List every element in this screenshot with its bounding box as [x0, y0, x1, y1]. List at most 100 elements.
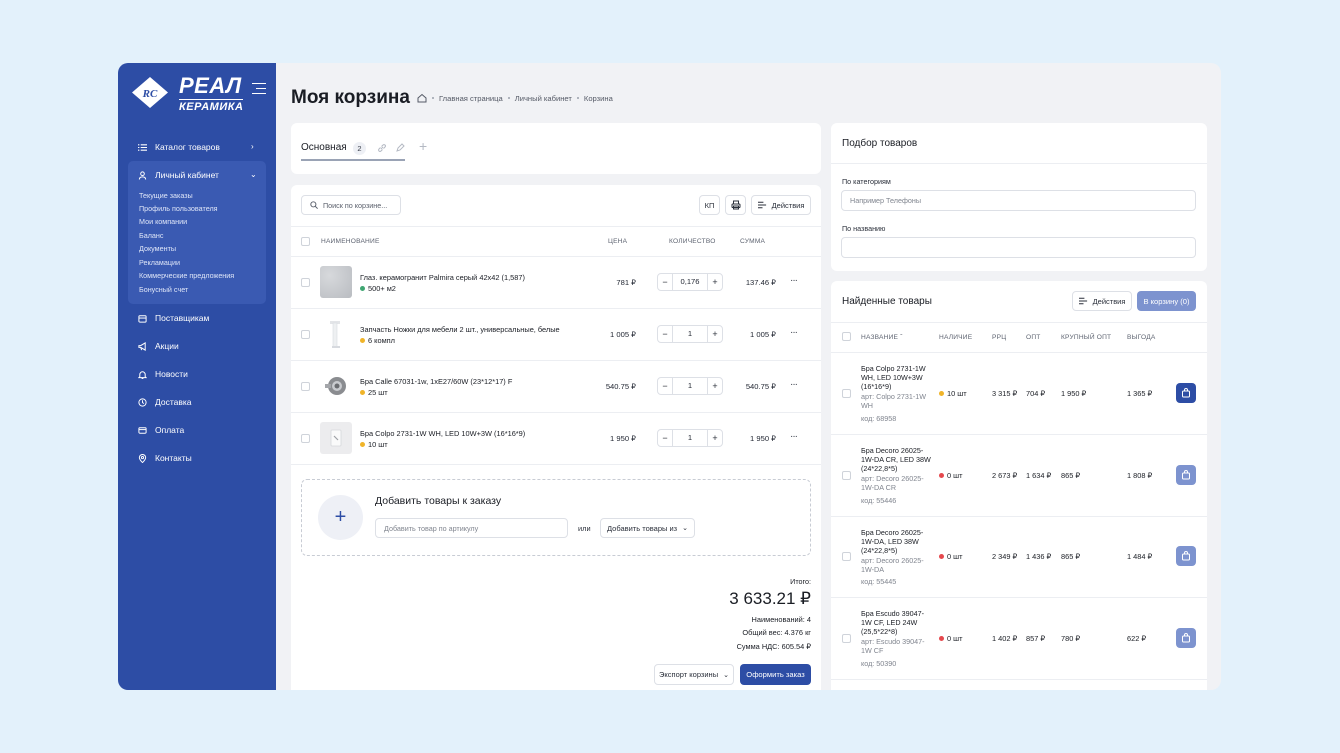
menu-toggle-icon[interactable] [252, 83, 266, 94]
main-content: Моя корзина Главная страница Личный каби… [276, 63, 1221, 690]
col-header-name[interactable]: НАЗВАНИЕ ˆ [861, 334, 903, 341]
home-icon[interactable] [417, 93, 427, 103]
quantity-value[interactable]: 1 [672, 430, 708, 446]
add-product-button[interactable]: + [318, 495, 363, 540]
row-checkbox[interactable] [842, 389, 851, 398]
row-checkbox[interactable] [301, 330, 310, 339]
export-cart-dropdown[interactable]: Экспорт корзины ⌄ [654, 664, 734, 685]
submenu-profile[interactable]: Профиль пользователя [139, 204, 218, 213]
decrement-button[interactable]: − [658, 381, 672, 391]
sidebar-item-suppliers[interactable]: Поставщикам [138, 310, 209, 326]
increment-button[interactable]: + [708, 329, 722, 339]
product-thumbnail [320, 422, 352, 454]
found-rrc: 1 402 ₽ [992, 634, 1018, 643]
quantity-stepper[interactable]: −1 + [657, 325, 723, 343]
found-benefit: 1 484 ₽ [1127, 552, 1153, 561]
quantity-value[interactable]: 1 [672, 326, 708, 342]
select-all-found-checkbox[interactable] [842, 332, 851, 341]
more-options-icon[interactable]: ··· [790, 327, 798, 338]
add-to-cart-button[interactable] [1176, 546, 1196, 566]
select-all-checkbox[interactable] [301, 237, 310, 246]
found-product-name[interactable]: Бра Colpo 2731-1W WH, LED 10W+3W (16*16*… [861, 364, 933, 391]
found-product-name[interactable]: Бра Escudo 39047-1W CF, LED 24W (25,5*22… [861, 609, 933, 636]
row-checkbox[interactable] [842, 552, 851, 561]
increment-button[interactable]: + [708, 433, 722, 443]
sidebar-item-account[interactable]: Личный кабинет [138, 167, 219, 183]
row-checkbox[interactable] [842, 634, 851, 643]
article-input[interactable]: Добавить товар по артикулу [375, 518, 568, 538]
category-input[interactable]: Например Телефоны [841, 190, 1196, 211]
kp-button[interactable]: КП [699, 195, 720, 215]
cart-panel: Поиск по корзине... КП Действия НАИМЕНОВ… [291, 185, 821, 690]
found-product-name[interactable]: Бра Decoro 26025-1W-DA CR, LED 38W (24*2… [861, 446, 933, 473]
sidebar-item-promo[interactable]: Акции [138, 338, 179, 354]
decrement-button[interactable]: − [658, 433, 672, 443]
found-product-name[interactable]: Бра Decoro 26025-1W-DA, LED 38W (24*22,8… [861, 528, 933, 555]
breadcrumb-home[interactable]: Главная страница [439, 94, 503, 103]
add-from-dropdown[interactable]: Добавить товары из ⌄ [600, 518, 695, 538]
found-big-opt: 865 ₽ [1061, 552, 1081, 561]
checkout-button[interactable]: Оформить заказ [740, 664, 811, 685]
decrement-button[interactable]: − [658, 329, 672, 339]
more-options-icon[interactable]: ··· [790, 379, 798, 390]
edit-icon[interactable] [395, 143, 405, 153]
submenu-complaints[interactable]: Рекламации [139, 258, 180, 267]
tab-main[interactable]: Основная [301, 142, 347, 153]
row-checkbox[interactable] [301, 434, 310, 443]
category-input-placeholder: Например Телефоны [850, 196, 922, 205]
cart-actions-button[interactable]: Действия [751, 195, 811, 215]
bag-icon [1182, 551, 1190, 561]
quantity-value[interactable]: 1 [672, 378, 708, 394]
found-stock: 0 шт [939, 552, 962, 561]
submenu-balance[interactable]: Баланс [139, 231, 163, 240]
print-button[interactable] [725, 195, 746, 215]
submenu-current-orders[interactable]: Текущие заказы [139, 191, 193, 200]
sidebar-item-delivery[interactable]: Доставка [138, 394, 192, 410]
product-name[interactable]: Глаз. керамогранит Palmira серый 42x42 (… [360, 273, 525, 282]
brand-logo[interactable]: RC РЕАЛ КЕРАМИКА [129, 72, 244, 113]
quantity-stepper[interactable]: −1 + [657, 429, 723, 447]
found-stock: 0 шт [939, 471, 962, 480]
add-to-cart-button[interactable] [1176, 628, 1196, 648]
product-name[interactable]: Бра Colpo 2731-1W WH, LED 10W+3W (16*16*… [360, 429, 525, 438]
row-checkbox[interactable] [301, 382, 310, 391]
quantity-stepper[interactable]: −1 + [657, 377, 723, 395]
found-benefit: 622 ₽ [1127, 634, 1147, 643]
increment-button[interactable]: + [708, 277, 722, 287]
col-header-qty: КОЛИЧЕСТВО [669, 238, 716, 245]
increment-button[interactable]: + [708, 381, 722, 391]
add-to-cart-button[interactable] [1176, 465, 1196, 485]
submenu-companies[interactable]: Мои компании [139, 217, 187, 226]
product-name[interactable]: Запчасть Ножки для мебели 2 шт., универс… [360, 325, 560, 334]
row-checkbox[interactable] [842, 471, 851, 480]
submenu-bonus[interactable]: Бонусный счет [139, 285, 188, 294]
breadcrumb-account[interactable]: Личный кабинет [515, 94, 572, 103]
product-name[interactable]: Бра Calle 67031-1w, 1xE27/60W (23*12*17)… [360, 377, 512, 386]
quantity-stepper[interactable]: −0,176 + [657, 273, 723, 291]
name-input[interactable] [841, 237, 1196, 258]
sidebar-item-catalog[interactable]: Каталог товаров [138, 139, 220, 155]
decrement-button[interactable]: − [658, 277, 672, 287]
col-header-benefit: ВЫГОДА [1127, 334, 1156, 341]
product-price: 1 005 ₽ [610, 330, 636, 339]
product-thumbnail [320, 370, 352, 402]
row-checkbox[interactable] [301, 278, 310, 287]
add-products-box: + Добавить товары к заказу Добавить това… [301, 479, 811, 556]
cart-search-input[interactable]: Поиск по корзине... [301, 195, 401, 215]
found-actions-button[interactable]: Действия [1072, 291, 1132, 311]
submenu-offers[interactable]: Коммерческие предложения [139, 271, 234, 280]
quantity-value[interactable]: 0,176 [672, 274, 708, 290]
sidebar-item-news[interactable]: Новости [138, 366, 188, 382]
add-tab-icon[interactable]: + [419, 138, 427, 154]
sidebar-item-contacts[interactable]: Контакты [138, 450, 192, 466]
add-to-cart-bulk-button[interactable]: В корзину (0) [1137, 291, 1196, 311]
add-to-cart-button[interactable] [1176, 383, 1196, 403]
more-options-icon[interactable]: ··· [790, 431, 798, 442]
link-icon[interactable] [377, 143, 387, 153]
stock-dot-icon [939, 554, 944, 559]
sidebar-item-payment[interactable]: Оплата [138, 422, 184, 438]
more-options-icon[interactable]: ··· [790, 275, 798, 286]
submenu-documents[interactable]: Документы [139, 244, 176, 253]
brand-line2: КЕРАМИКА [179, 99, 244, 113]
product-thumbnail [320, 266, 352, 298]
